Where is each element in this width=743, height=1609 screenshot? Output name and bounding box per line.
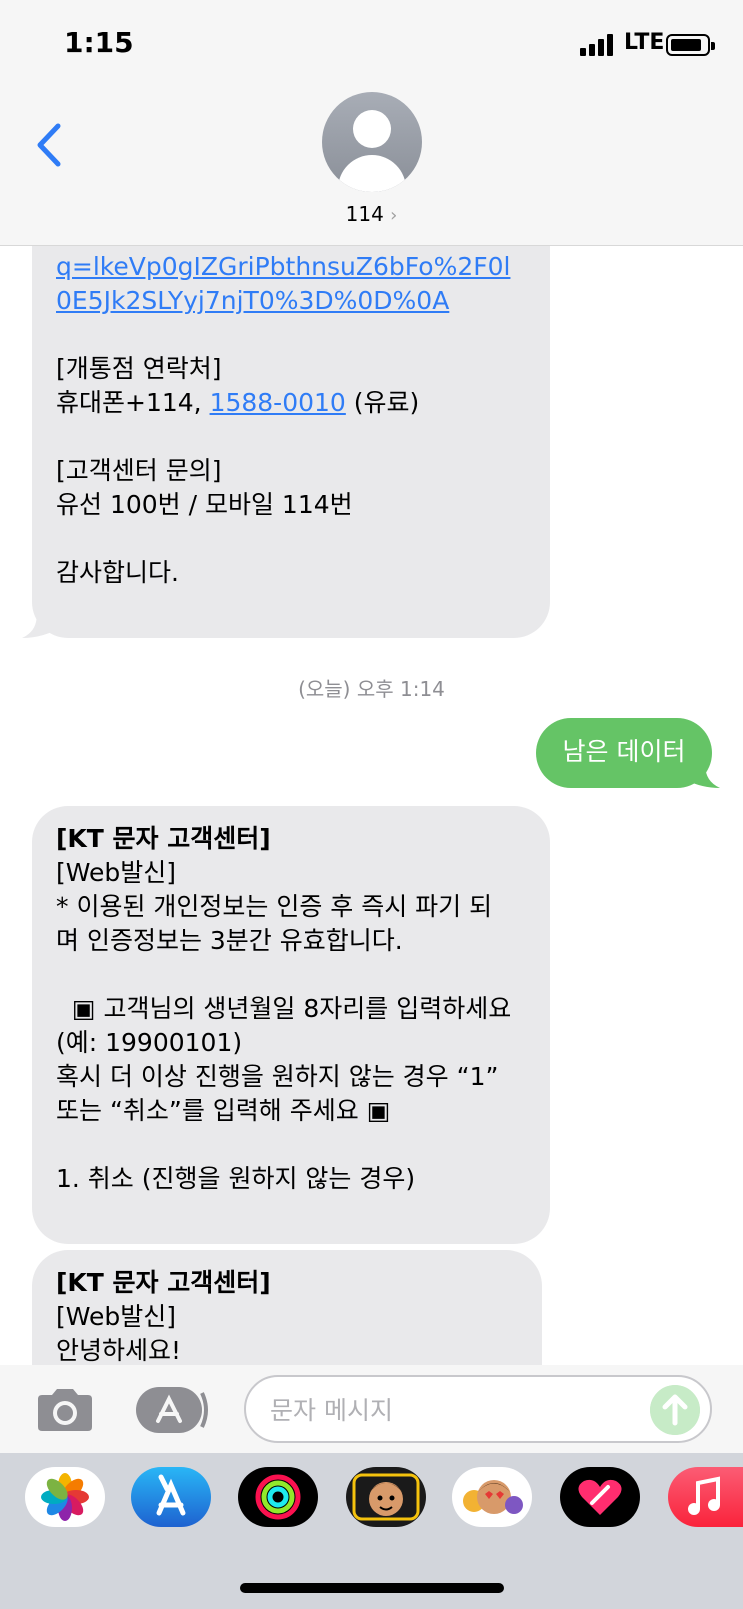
message-line: [56, 958, 526, 992]
message-line: [Web발신]: [56, 858, 177, 887]
message-line: [56, 1128, 526, 1162]
message-line: (예: 19900101): [56, 1028, 243, 1057]
camera-icon[interactable]: [34, 1387, 96, 1433]
contact-name-button[interactable]: 114 ›: [0, 202, 743, 226]
url-link-line[interactable]: q=lkeVp0gIZGriPbthnsuZ6bFo%2F0l: [56, 250, 526, 284]
url-link-line[interactable]: 0E5Jk2SLYyj7njT0%3D%0D%0A: [56, 284, 526, 318]
status-bar: 1:15 LTE: [0, 0, 743, 90]
message-title: [KT 문자 고객센터]: [56, 824, 271, 853]
message-line: 유선 100번 / 모바일 114번: [56, 490, 353, 519]
message-line: ▣ 고객님의 생년월일 8자리를 입력하세요: [56, 994, 512, 1023]
bubble-tail: [22, 608, 56, 638]
conversation-header: 114 ›: [0, 90, 743, 246]
message-text: (유료): [345, 388, 420, 417]
imessage-app-drawer: [0, 1453, 743, 1609]
incoming-message-bubble[interactable]: [KT 문자 고객센터] [Web발신] 안녕하세요!: [32, 1250, 542, 1365]
network-type: LTE: [624, 30, 665, 55]
app-store-app-icon[interactable]: [131, 1467, 211, 1527]
message-input[interactable]: [270, 1393, 630, 1427]
fitness-app-icon[interactable]: [238, 1467, 318, 1527]
cellular-signal-icon: [580, 34, 618, 56]
message-line: [56, 522, 526, 556]
contact-avatar[interactable]: [322, 92, 422, 192]
music-app-icon[interactable]: [668, 1467, 743, 1527]
message-line: [Web발신]: [56, 1302, 177, 1331]
app-store-icon[interactable]: [136, 1387, 210, 1433]
message-line: [고객센터 문의]: [56, 456, 222, 485]
message-line: 혹시 더 이상 진행을 원하지 않는 경우 “1”: [56, 1062, 499, 1091]
back-chevron-icon[interactable]: [30, 120, 70, 170]
photos-app-icon[interactable]: [25, 1467, 105, 1527]
message-text-field[interactable]: [244, 1375, 712, 1443]
message-line: 또는 “취소”를 입력해 주세요 ▣: [56, 1096, 391, 1125]
message-line: [56, 420, 526, 454]
battery-icon: [666, 34, 715, 56]
message-line: [개통점 연락처]: [56, 354, 222, 383]
message-input-bar: [0, 1365, 743, 1453]
animoji-app-icon[interactable]: [452, 1467, 532, 1527]
message-line: 며 인증정보는 3분간 유효합니다.: [56, 926, 403, 955]
message-line: * 이용된 개인정보는 인증 후 즉시 파기 되: [56, 892, 493, 921]
digital-touch-app-icon[interactable]: [560, 1467, 640, 1527]
phone-number-link[interactable]: 1588-0010: [210, 388, 346, 417]
bubble-tail: [686, 758, 720, 788]
send-arrow-icon[interactable]: [650, 1385, 700, 1435]
message-timestamp: (오늘) 오후 1:14: [298, 677, 445, 701]
memoji-app-icon[interactable]: [346, 1467, 426, 1527]
outgoing-message-text: 남은 데이터: [562, 737, 686, 766]
incoming-message-bubble[interactable]: [KT 문자 고객센터] [Web발신] * 이용된 개인정보는 인증 후 즉시…: [32, 806, 550, 1244]
message-line: [56, 318, 526, 352]
message-line: 휴대폰+114, 1588-0010 (유료): [56, 386, 526, 420]
message-title: [KT 문자 고객센터]: [56, 1268, 271, 1297]
status-time: 1:15: [64, 26, 134, 59]
message-line: 1. 취소 (진행을 원하지 않는 경우): [56, 1164, 416, 1193]
incoming-message-bubble[interactable]: q=lkeVp0gIZGriPbthnsuZ6bFo%2F0l 0E5Jk2SL…: [32, 200, 550, 638]
chevron-right-icon: ›: [390, 205, 398, 226]
message-text: 휴대폰+114,: [56, 388, 210, 417]
contact-name: 114: [345, 202, 384, 226]
message-line: 감사합니다.: [56, 558, 179, 587]
message-line: 안녕하세요!: [56, 1336, 182, 1365]
home-indicator[interactable]: [240, 1583, 504, 1593]
